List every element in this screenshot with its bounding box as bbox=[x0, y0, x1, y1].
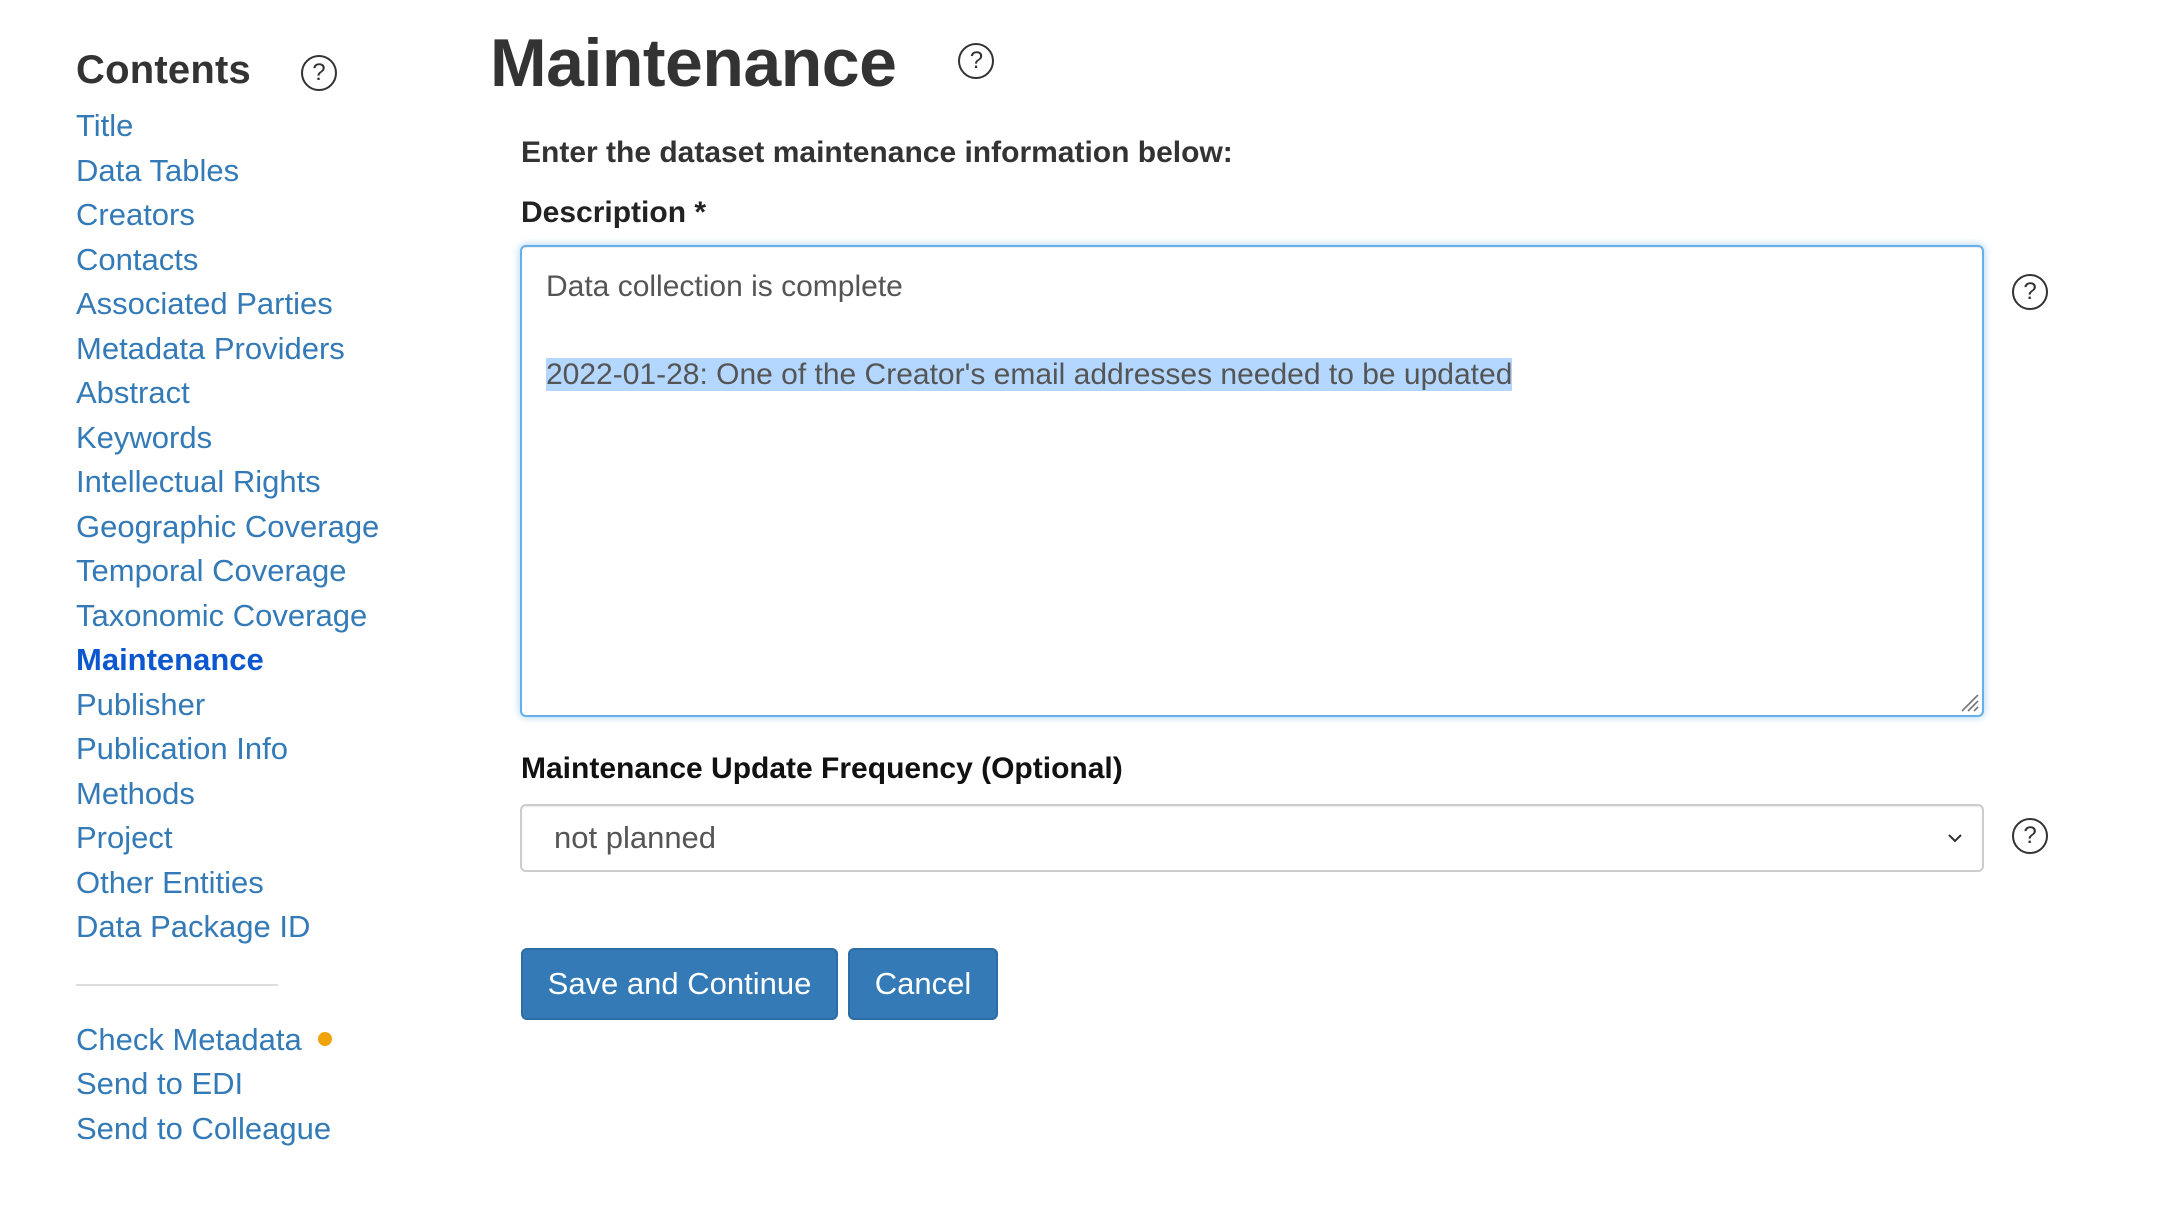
description-line: Data collection is complete bbox=[546, 270, 903, 303]
status-dot-icon bbox=[317, 1032, 332, 1047]
sidebar-header: Contents ? bbox=[76, 40, 436, 100]
frequency-label: Maintenance Update Frequency (Optional) bbox=[521, 752, 1123, 785]
nav-item-publisher[interactable]: Publisher bbox=[76, 683, 436, 728]
nav-item-creators[interactable]: Creators bbox=[76, 193, 436, 238]
nav-item-taxonomic-coverage[interactable]: Taxonomic Coverage bbox=[76, 594, 436, 639]
nav-item-maintenance[interactable]: Maintenance bbox=[76, 638, 436, 683]
nav-item-methods[interactable]: Methods bbox=[76, 772, 436, 817]
nav-item-data-package-id[interactable]: Data Package ID bbox=[76, 905, 436, 950]
nav-item-data-tables[interactable]: Data Tables bbox=[76, 149, 436, 194]
nav-item-send-to-edi[interactable]: Send to EDI bbox=[76, 1062, 436, 1107]
nav-item-geographic-coverage[interactable]: Geographic Coverage bbox=[76, 505, 436, 550]
chevron-down-icon bbox=[1948, 834, 1962, 843]
description-help-icon[interactable]: ? bbox=[2012, 274, 2048, 310]
frequency-help-icon[interactable]: ? bbox=[2012, 818, 2048, 854]
nav-item-publication-info[interactable]: Publication Info bbox=[76, 727, 436, 772]
resize-handle-icon[interactable] bbox=[1957, 690, 1979, 712]
check-metadata-label: Check Metadata bbox=[76, 1021, 302, 1057]
nav-item-send-to-colleague[interactable]: Send to Colleague bbox=[76, 1107, 436, 1152]
description-selected-text: 2022-01-28: One of the Creator's email a… bbox=[546, 358, 1513, 391]
description-textarea[interactable]: Data collection is complete 2022-01-28: … bbox=[520, 245, 1984, 717]
section-nav-list: Title Data Tables Creators Contacts Asso… bbox=[76, 104, 436, 950]
nav-item-contacts[interactable]: Contacts bbox=[76, 238, 436, 283]
sidebar-divider bbox=[76, 983, 278, 986]
description-label: Description * bbox=[521, 196, 707, 229]
intro-text: Enter the dataset maintenance informatio… bbox=[521, 136, 1233, 169]
page-help-icon[interactable]: ? bbox=[958, 43, 995, 79]
nav-item-abstract[interactable]: Abstract bbox=[76, 371, 436, 416]
sidebar-title: Contents bbox=[76, 47, 251, 92]
frequency-selected-value: not planned bbox=[554, 820, 717, 855]
nav-item-temporal-coverage[interactable]: Temporal Coverage bbox=[76, 549, 436, 594]
description-blank-line bbox=[546, 309, 1958, 353]
nav-item-keywords[interactable]: Keywords bbox=[76, 416, 436, 461]
tools-nav-list: Check Metadata Send to EDI Send to Colle… bbox=[76, 1018, 436, 1152]
page-title: Maintenance bbox=[490, 25, 897, 101]
nav-item-intellectual-rights[interactable]: Intellectual Rights bbox=[76, 460, 436, 505]
nav-item-check-metadata[interactable]: Check Metadata bbox=[76, 1018, 436, 1063]
nav-item-title[interactable]: Title bbox=[76, 104, 436, 149]
contents-sidebar: Contents ? Title Data Tables Creators Co… bbox=[76, 40, 436, 1151]
frequency-select[interactable]: not planned bbox=[520, 804, 1984, 872]
save-and-continue-button[interactable]: Save and Continue bbox=[521, 948, 838, 1020]
cancel-button[interactable]: Cancel bbox=[848, 948, 998, 1020]
page-header: Maintenance ? bbox=[490, 18, 995, 108]
contents-help-icon[interactable]: ? bbox=[300, 55, 337, 91]
nav-item-other-entities[interactable]: Other Entities bbox=[76, 861, 436, 906]
nav-item-project[interactable]: Project bbox=[76, 816, 436, 861]
nav-item-metadata-providers[interactable]: Metadata Providers bbox=[76, 327, 436, 372]
nav-item-associated-parties[interactable]: Associated Parties bbox=[76, 282, 436, 327]
